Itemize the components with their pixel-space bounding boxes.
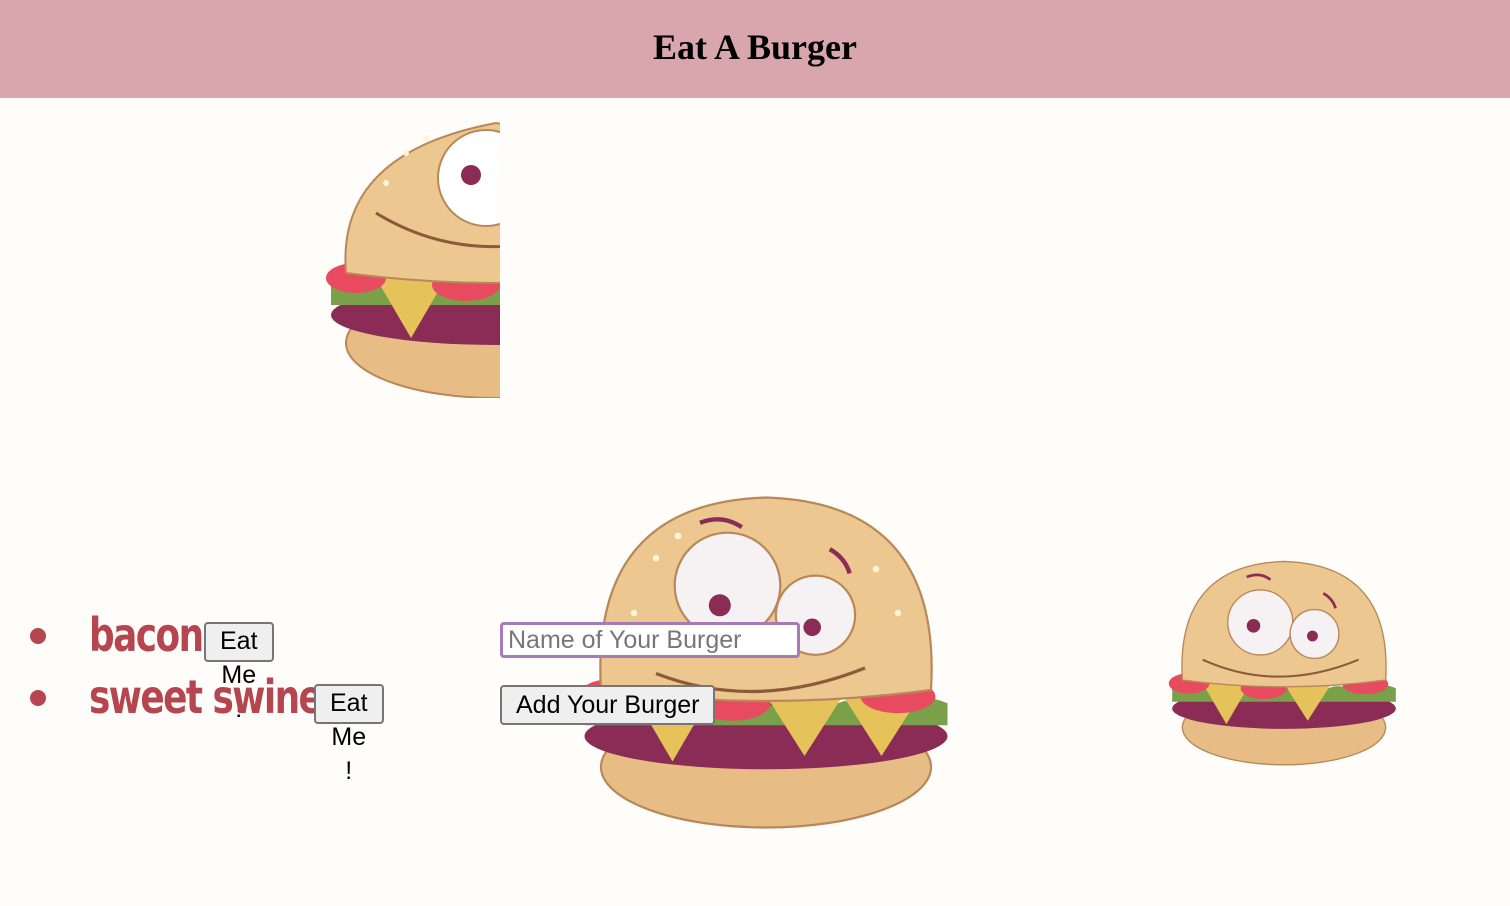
- burger-name-input[interactable]: [500, 622, 800, 658]
- add-burger-button[interactable]: Add Your Burger: [500, 685, 716, 725]
- burger-mascot-large: [566, 492, 966, 849]
- burger-name: bacon: [89, 608, 204, 662]
- burger-mascot-small: [1162, 558, 1406, 780]
- cartoon-burger-icon: [326, 121, 500, 398]
- page-header: Eat A Burger: [0, 0, 1510, 98]
- page-title: Eat A Burger: [653, 27, 857, 67]
- cartoon-burger-icon: [579, 496, 948, 829]
- eat-me-button[interactable]: Eat Me !: [204, 622, 274, 723]
- cartoon-burger-icon: [1168, 560, 1396, 766]
- eat-me-button[interactable]: Eat Me !: [314, 684, 384, 785]
- list-bullet: [30, 628, 46, 644]
- list-bullet: [30, 690, 46, 706]
- burger-mascot-cropped: [316, 118, 500, 398]
- burger-name: sweet swine: [89, 670, 323, 724]
